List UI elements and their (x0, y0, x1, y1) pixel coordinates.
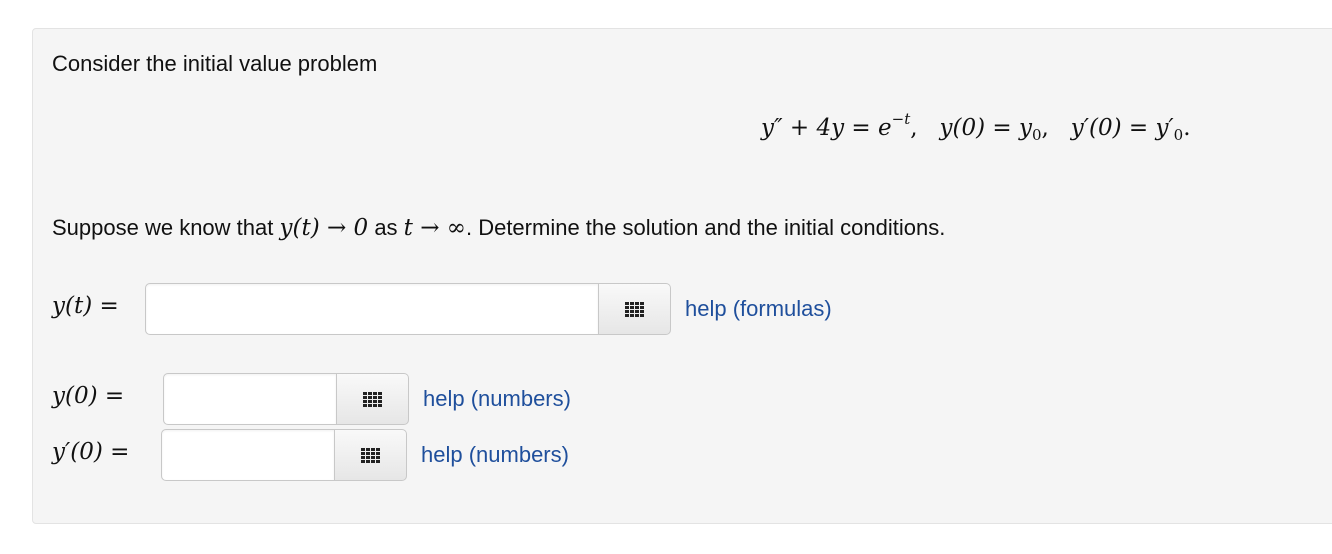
equation-lhs: y″ + 4y = e (761, 115, 892, 141)
initial-condition-yp0: y′(0) = y′ (1070, 115, 1174, 141)
problem-panel: Consider the initial value problem y″ + … (32, 28, 1332, 524)
grid-icon (363, 391, 382, 407)
initial-condition-y0: y(0) = y (939, 115, 1032, 141)
answer-row-y-t: help (formulas) (145, 283, 832, 335)
equation-editor-button[interactable] (335, 429, 407, 481)
grid-icon (625, 301, 644, 317)
equation-exponent: −t (891, 110, 911, 128)
answer-label-y-t: y(t) = (52, 293, 119, 319)
differential-equation: y″ + 4y = e−t, y(0) = y0, y′(0) = y′0. (761, 110, 1191, 144)
equation-separator: , (910, 115, 940, 141)
problem-intro: Consider the initial value problem (52, 51, 378, 76)
initial-condition-yp0-sub: 0 (1173, 126, 1184, 144)
answer-input-y-0[interactable] (163, 373, 337, 425)
answer-row-yp-0: help (numbers) (161, 429, 569, 481)
answer-input-y-t[interactable] (145, 283, 599, 335)
equation-editor-button[interactable] (337, 373, 409, 425)
condition-prefix: Suppose we know that (52, 215, 280, 240)
grid-icon (361, 447, 380, 463)
condition-mid: as (368, 215, 404, 240)
initial-condition-y0-sub: 0 (1031, 126, 1042, 144)
equation-end: . (1183, 115, 1191, 141)
answer-label-yp-0: y′(0) = (52, 439, 130, 465)
problem-condition: Suppose we know that y(t) → 0 as t → ∞. … (52, 215, 945, 241)
condition-limit: y(t) → 0 (279, 215, 369, 241)
help-numbers-link[interactable]: help (numbers) (421, 442, 569, 468)
help-numbers-link[interactable]: help (numbers) (423, 386, 571, 412)
answer-label-y-0: y(0) = (52, 383, 125, 409)
condition-t-infinity: t → ∞ (403, 215, 466, 241)
help-formulas-link[interactable]: help (formulas) (685, 296, 832, 322)
answer-input-yp-0[interactable] (161, 429, 335, 481)
equation-separator: , (1041, 115, 1071, 141)
equation-editor-button[interactable] (599, 283, 671, 335)
condition-suffix: . Determine the solution and the initial… (465, 215, 946, 240)
answer-row-y-0: help (numbers) (163, 373, 571, 425)
